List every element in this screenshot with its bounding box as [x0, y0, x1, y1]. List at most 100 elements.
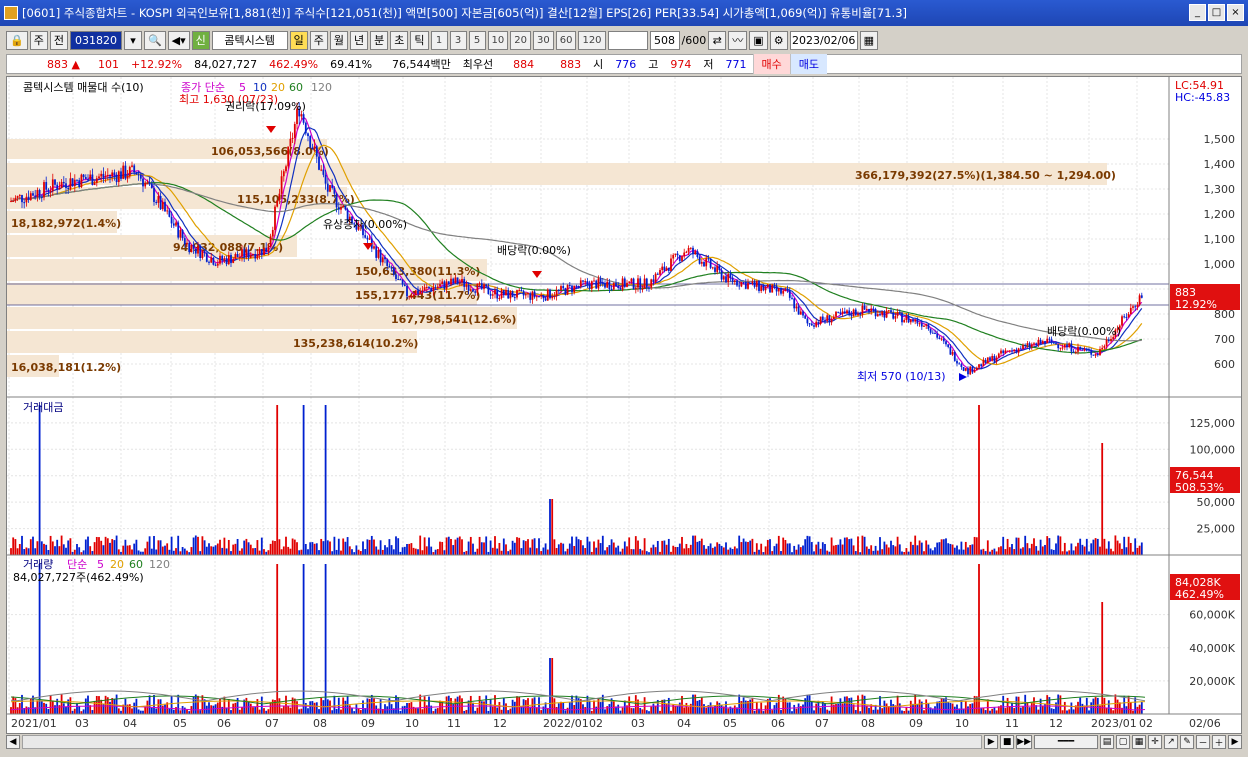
scroll-right-icon[interactable]: ▶: [1228, 735, 1242, 749]
candle-body: [874, 309, 877, 317]
chart-type-icon[interactable]: ⇄: [708, 30, 727, 50]
fast-forward-icon[interactable]: ▶▶: [1016, 735, 1032, 749]
amount-bar: [876, 550, 879, 555]
period-unit-select[interactable]: 주: [29, 30, 48, 50]
volume-bar: [12, 696, 15, 714]
amount-bar: [643, 538, 646, 555]
interval-120[interactable]: 120: [578, 30, 606, 50]
volume-bar: [348, 705, 351, 714]
period-month[interactable]: 월: [329, 30, 349, 50]
interval-60[interactable]: 60: [555, 30, 577, 50]
market-select[interactable]: 전: [49, 30, 68, 50]
play-icon[interactable]: ▶: [984, 735, 999, 749]
dropdown-icon[interactable]: ▾: [123, 30, 142, 50]
amount-bar: [258, 550, 261, 555]
volume-bar: [10, 707, 12, 714]
scroll-track[interactable]: [22, 735, 983, 749]
period-tick[interactable]: 틱: [410, 30, 429, 50]
volume-bar: [1063, 701, 1066, 714]
stock-chart-svg[interactable]: 106,053,566(8.0%) 366,179,392(27.5%)(1,38…: [7, 77, 1241, 733]
layout-icon[interactable]: ▤: [1100, 735, 1114, 749]
settings-icon[interactable]: ⚙: [769, 30, 788, 50]
amount-bar: [227, 539, 230, 555]
volume-bar: [841, 703, 844, 714]
search-icon[interactable]: 🔍: [143, 30, 166, 50]
amount-bar: [430, 546, 433, 555]
amount-bar: [663, 540, 666, 555]
amount-bar: [771, 551, 774, 555]
volume-bar: [1090, 702, 1093, 714]
scroll-left-icon[interactable]: ◀: [6, 735, 20, 749]
interval-20[interactable]: 20: [510, 30, 531, 50]
zoom-in-icon[interactable]: ＋: [1212, 735, 1226, 749]
interval-3[interactable]: 3: [449, 30, 467, 50]
interval-custom-input[interactable]: [607, 30, 648, 50]
period-year[interactable]: 년: [350, 30, 369, 50]
save-icon[interactable]: ▣: [749, 30, 768, 50]
amount-bar: [865, 546, 868, 555]
amount-bar: [628, 537, 631, 555]
date-input[interactable]: 2023/02/06: [789, 30, 858, 50]
amount-bar: [225, 548, 228, 555]
amount-bar: [775, 543, 778, 555]
window-icon[interactable]: ▢: [1116, 735, 1130, 749]
amount-bar: [934, 547, 936, 555]
count-input[interactable]: 508: [649, 30, 680, 50]
amount-bar: [652, 544, 655, 555]
candle-body: [333, 187, 336, 194]
candle-body: [1099, 349, 1101, 356]
trendline-icon[interactable]: ↗: [1164, 735, 1178, 749]
candle-body: [282, 171, 285, 177]
interval-30[interactable]: 30: [532, 30, 554, 50]
amount-bar: [1063, 542, 1066, 555]
candle-body: [945, 341, 947, 345]
lock-icon[interactable]: 🔒: [6, 30, 28, 50]
amount-bar: [839, 539, 842, 555]
stock-code-input[interactable]: 031820: [69, 30, 122, 50]
amount-bar: [379, 540, 382, 555]
candle-body: [557, 289, 560, 291]
maximize-button[interactable]: □: [1208, 4, 1225, 21]
amount-bar: [830, 537, 833, 555]
period-minute[interactable]: 분: [370, 30, 389, 50]
candle-body: [995, 357, 998, 362]
amount-bar: [740, 542, 743, 555]
amount-bar: [489, 540, 492, 555]
amount-bar: [203, 540, 206, 555]
candle-body: [586, 281, 589, 285]
crosshair-icon[interactable]: ✛: [1148, 735, 1162, 749]
period-second[interactable]: 초: [390, 30, 409, 50]
buy-button[interactable]: 매수: [752, 54, 790, 74]
minimize-button[interactable]: _: [1189, 4, 1206, 21]
close-button[interactable]: ×: [1227, 4, 1244, 21]
volume-bar: [1101, 602, 1104, 714]
stop-icon[interactable]: ■: [1000, 735, 1015, 749]
amount-bar: [414, 548, 417, 555]
amount-bar: [194, 535, 197, 555]
candle-body: [29, 193, 32, 201]
chart-area[interactable]: 106,053,566(8.0%) 366,179,392(27.5%)(1,38…: [6, 76, 1242, 734]
interval-10[interactable]: 10: [487, 30, 509, 50]
amount-bar: [164, 545, 166, 555]
amount-bar: [221, 547, 224, 555]
interval-5[interactable]: 5: [468, 30, 486, 50]
period-day[interactable]: 일: [289, 30, 308, 50]
zoom-slider[interactable]: ━━━: [1034, 735, 1098, 749]
volume-bar: [117, 708, 120, 714]
zoom-out-icon[interactable]: －: [1196, 735, 1210, 749]
volume-bar: [1028, 707, 1031, 714]
volume-bar: [421, 709, 424, 714]
volume-bar: [87, 695, 89, 714]
grid-icon[interactable]: ▦: [1132, 735, 1146, 749]
bottom-scrollbar[interactable]: ◀ ▶ ■ ▶▶ ━━━ ▤ ▢ ▦ ✛ ↗ ✎ － ＋ ▶: [6, 734, 1242, 750]
period-week[interactable]: 주: [309, 30, 328, 50]
speaker-icon[interactable]: ◀▾: [167, 30, 190, 50]
calendar-icon[interactable]: ▦: [859, 30, 879, 50]
amount-bar: [311, 542, 314, 555]
indicator-icon[interactable]: 〰: [728, 30, 748, 50]
pen-icon[interactable]: ✎: [1180, 735, 1194, 749]
amount-bar: [269, 543, 272, 555]
candle-body: [1092, 354, 1095, 356]
sell-button[interactable]: 매도: [789, 54, 828, 74]
interval-1[interactable]: 1: [430, 30, 448, 50]
